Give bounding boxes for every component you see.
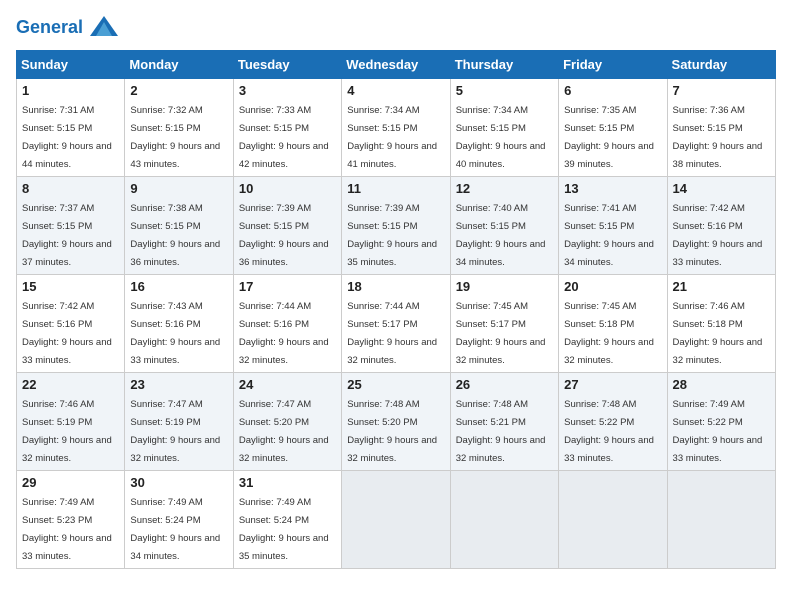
day-25: 25Sunrise: 7:48 AMSunset: 5:20 PMDayligh… xyxy=(342,373,450,471)
day-26: 26Sunrise: 7:48 AMSunset: 5:21 PMDayligh… xyxy=(450,373,558,471)
day-empty xyxy=(342,471,450,569)
day-11: 11Sunrise: 7:39 AMSunset: 5:15 PMDayligh… xyxy=(342,177,450,275)
col-header-saturday: Saturday xyxy=(667,51,775,79)
calendar-table: SundayMondayTuesdayWednesdayThursdayFrid… xyxy=(16,50,776,569)
day-24: 24Sunrise: 7:47 AMSunset: 5:20 PMDayligh… xyxy=(233,373,341,471)
day-17: 17Sunrise: 7:44 AMSunset: 5:16 PMDayligh… xyxy=(233,275,341,373)
day-15: 15Sunrise: 7:42 AMSunset: 5:16 PMDayligh… xyxy=(17,275,125,373)
col-header-friday: Friday xyxy=(559,51,667,79)
day-28: 28Sunrise: 7:49 AMSunset: 5:22 PMDayligh… xyxy=(667,373,775,471)
col-header-monday: Monday xyxy=(125,51,233,79)
logo: General xyxy=(16,16,118,38)
day-7: 7Sunrise: 7:36 AMSunset: 5:15 PMDaylight… xyxy=(667,79,775,177)
day-16: 16Sunrise: 7:43 AMSunset: 5:16 PMDayligh… xyxy=(125,275,233,373)
day-22: 22Sunrise: 7:46 AMSunset: 5:19 PMDayligh… xyxy=(17,373,125,471)
day-6: 6Sunrise: 7:35 AMSunset: 5:15 PMDaylight… xyxy=(559,79,667,177)
col-header-tuesday: Tuesday xyxy=(233,51,341,79)
day-27: 27Sunrise: 7:48 AMSunset: 5:22 PMDayligh… xyxy=(559,373,667,471)
day-9: 9Sunrise: 7:38 AMSunset: 5:15 PMDaylight… xyxy=(125,177,233,275)
day-2: 2Sunrise: 7:32 AMSunset: 5:15 PMDaylight… xyxy=(125,79,233,177)
day-13: 13Sunrise: 7:41 AMSunset: 5:15 PMDayligh… xyxy=(559,177,667,275)
day-empty xyxy=(667,471,775,569)
day-23: 23Sunrise: 7:47 AMSunset: 5:19 PMDayligh… xyxy=(125,373,233,471)
day-empty xyxy=(559,471,667,569)
day-31: 31Sunrise: 7:49 AMSunset: 5:24 PMDayligh… xyxy=(233,471,341,569)
day-29: 29Sunrise: 7:49 AMSunset: 5:23 PMDayligh… xyxy=(17,471,125,569)
col-header-wednesday: Wednesday xyxy=(342,51,450,79)
day-1: 1Sunrise: 7:31 AMSunset: 5:15 PMDaylight… xyxy=(17,79,125,177)
col-header-sunday: Sunday xyxy=(17,51,125,79)
day-30: 30Sunrise: 7:49 AMSunset: 5:24 PMDayligh… xyxy=(125,471,233,569)
day-21: 21Sunrise: 7:46 AMSunset: 5:18 PMDayligh… xyxy=(667,275,775,373)
day-3: 3Sunrise: 7:33 AMSunset: 5:15 PMDaylight… xyxy=(233,79,341,177)
logo-general: General xyxy=(16,17,83,37)
col-header-thursday: Thursday xyxy=(450,51,558,79)
day-4: 4Sunrise: 7:34 AMSunset: 5:15 PMDaylight… xyxy=(342,79,450,177)
day-12: 12Sunrise: 7:40 AMSunset: 5:15 PMDayligh… xyxy=(450,177,558,275)
day-8: 8Sunrise: 7:37 AMSunset: 5:15 PMDaylight… xyxy=(17,177,125,275)
day-10: 10Sunrise: 7:39 AMSunset: 5:15 PMDayligh… xyxy=(233,177,341,275)
day-empty xyxy=(450,471,558,569)
day-18: 18Sunrise: 7:44 AMSunset: 5:17 PMDayligh… xyxy=(342,275,450,373)
day-14: 14Sunrise: 7:42 AMSunset: 5:16 PMDayligh… xyxy=(667,177,775,275)
day-20: 20Sunrise: 7:45 AMSunset: 5:18 PMDayligh… xyxy=(559,275,667,373)
day-5: 5Sunrise: 7:34 AMSunset: 5:15 PMDaylight… xyxy=(450,79,558,177)
page-header: General xyxy=(16,16,776,38)
day-19: 19Sunrise: 7:45 AMSunset: 5:17 PMDayligh… xyxy=(450,275,558,373)
